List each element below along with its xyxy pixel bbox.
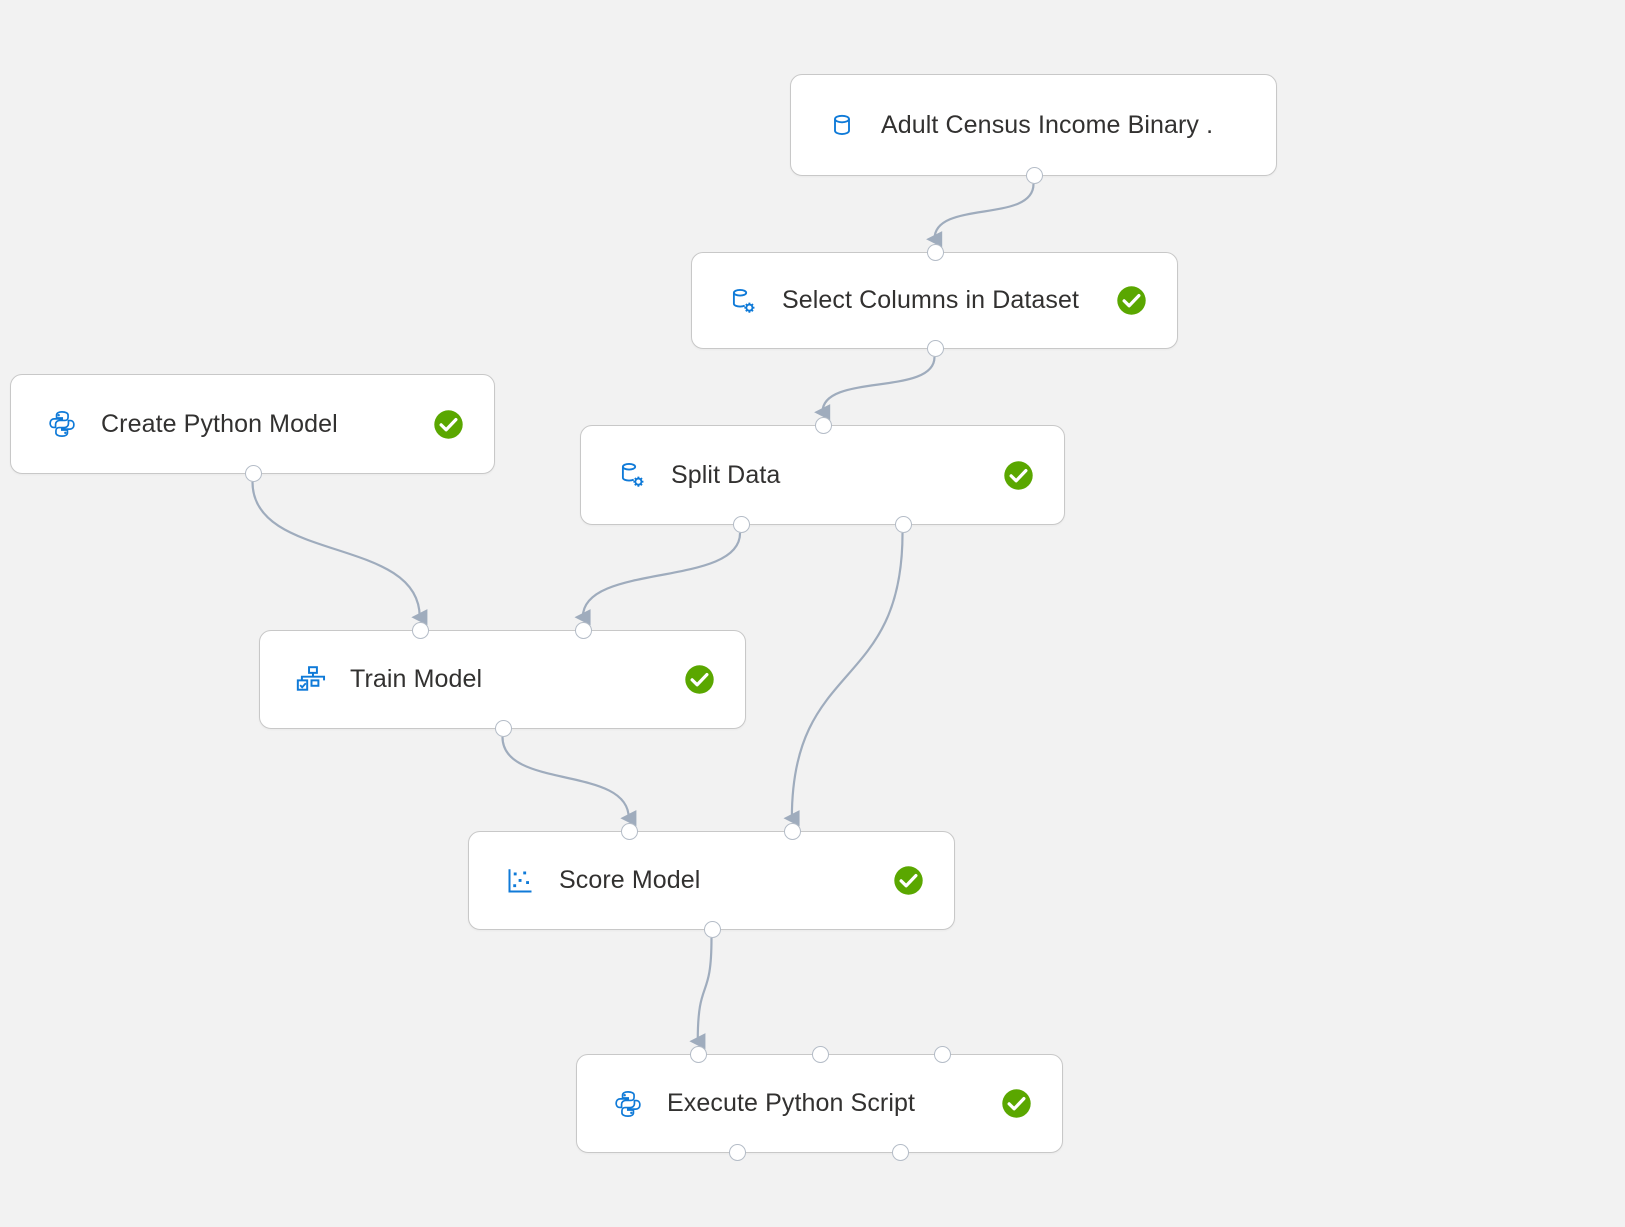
pipeline-node-execute-python-script[interactable]: Execute Python Script [576, 1046, 1063, 1161]
pipeline-node-score-model[interactable]: Score Model [468, 823, 955, 938]
input-port-select-columns-in-dataset-0[interactable] [927, 244, 944, 261]
database-settings-icon [726, 284, 760, 318]
python-icon [45, 407, 79, 441]
output-port-select-columns-in-dataset-0[interactable] [927, 340, 944, 357]
pipeline-node-split-data[interactable]: Split Data [580, 417, 1065, 533]
status-badge-success [1002, 459, 1034, 491]
python-icon [611, 1087, 645, 1121]
database-settings-icon [615, 458, 649, 492]
node-label: Create Python Model [101, 409, 338, 438]
pipeline-edge-adult-to-select[interactable] [926, 183, 1035, 248]
input-port-execute-python-script-0[interactable] [690, 1046, 708, 1063]
input-port-train-model-1[interactable] [575, 622, 593, 639]
input-port-execute-python-script-1[interactable] [812, 1046, 829, 1063]
input-port-execute-python-script-2[interactable] [933, 1046, 951, 1063]
input-port-score-model-0[interactable] [621, 823, 639, 840]
output-port-execute-python-script-0[interactable] [729, 1144, 747, 1161]
node-label: Split Data [671, 460, 781, 489]
status-badge-success [1115, 285, 1147, 317]
pipeline-edge-train-to-score[interactable] [501, 736, 637, 827]
status-badge-success [1000, 1088, 1032, 1120]
pipeline-edge-select-to-split[interactable] [814, 356, 936, 421]
edge-layer [251, 183, 1035, 1050]
pipeline-node-select-columns-in-dataset[interactable]: Select Columns in Dataset [691, 244, 1178, 357]
output-port-split-data-1[interactable] [895, 516, 913, 533]
database-icon [825, 108, 859, 142]
node-label: Score Model [559, 866, 701, 894]
pipeline-edge-split-to-score[interactable] [783, 532, 904, 827]
output-port-score-model-0[interactable] [704, 921, 721, 938]
output-port-train-model-0[interactable] [495, 720, 512, 737]
input-port-train-model-0[interactable] [412, 622, 430, 639]
status-badge-success [892, 865, 924, 897]
node-label: Adult Census Income Binary ... [881, 110, 1214, 139]
status-badge-success [683, 664, 715, 696]
input-port-score-model-1[interactable] [784, 823, 802, 840]
pipeline-edge-create-to-train[interactable] [251, 481, 428, 626]
pipeline-edge-score-to-execute[interactable] [689, 937, 713, 1050]
status-badge-empty [1214, 109, 1246, 141]
scatter-plot-icon [503, 864, 537, 898]
output-port-split-data-0[interactable] [732, 516, 750, 533]
output-port-create-python-model-0[interactable] [245, 465, 262, 482]
output-port-execute-python-script-1[interactable] [892, 1144, 910, 1161]
pipeline-canvas[interactable]: Adult Census Income Binary ... Select Col… [0, 0, 1625, 1227]
pipeline-edge-split-to-train[interactable] [574, 532, 742, 626]
node-label: Train Model [350, 665, 483, 693]
pipeline-node-train-model[interactable]: Train Model [259, 622, 746, 737]
pipeline-node-adult-census-income-binary[interactable]: Adult Census Income Binary ... [790, 74, 1277, 184]
train-model-icon [294, 663, 328, 697]
status-badge-success [432, 408, 464, 440]
node-label: Execute Python Script [667, 1089, 916, 1117]
pipeline-node-create-python-model[interactable]: Create Python Model [10, 374, 495, 482]
output-port-adult-census-income-binary-0[interactable] [1026, 167, 1043, 184]
input-port-split-data-0[interactable] [815, 417, 832, 434]
node-label: Select Columns in Dataset [782, 286, 1080, 314]
